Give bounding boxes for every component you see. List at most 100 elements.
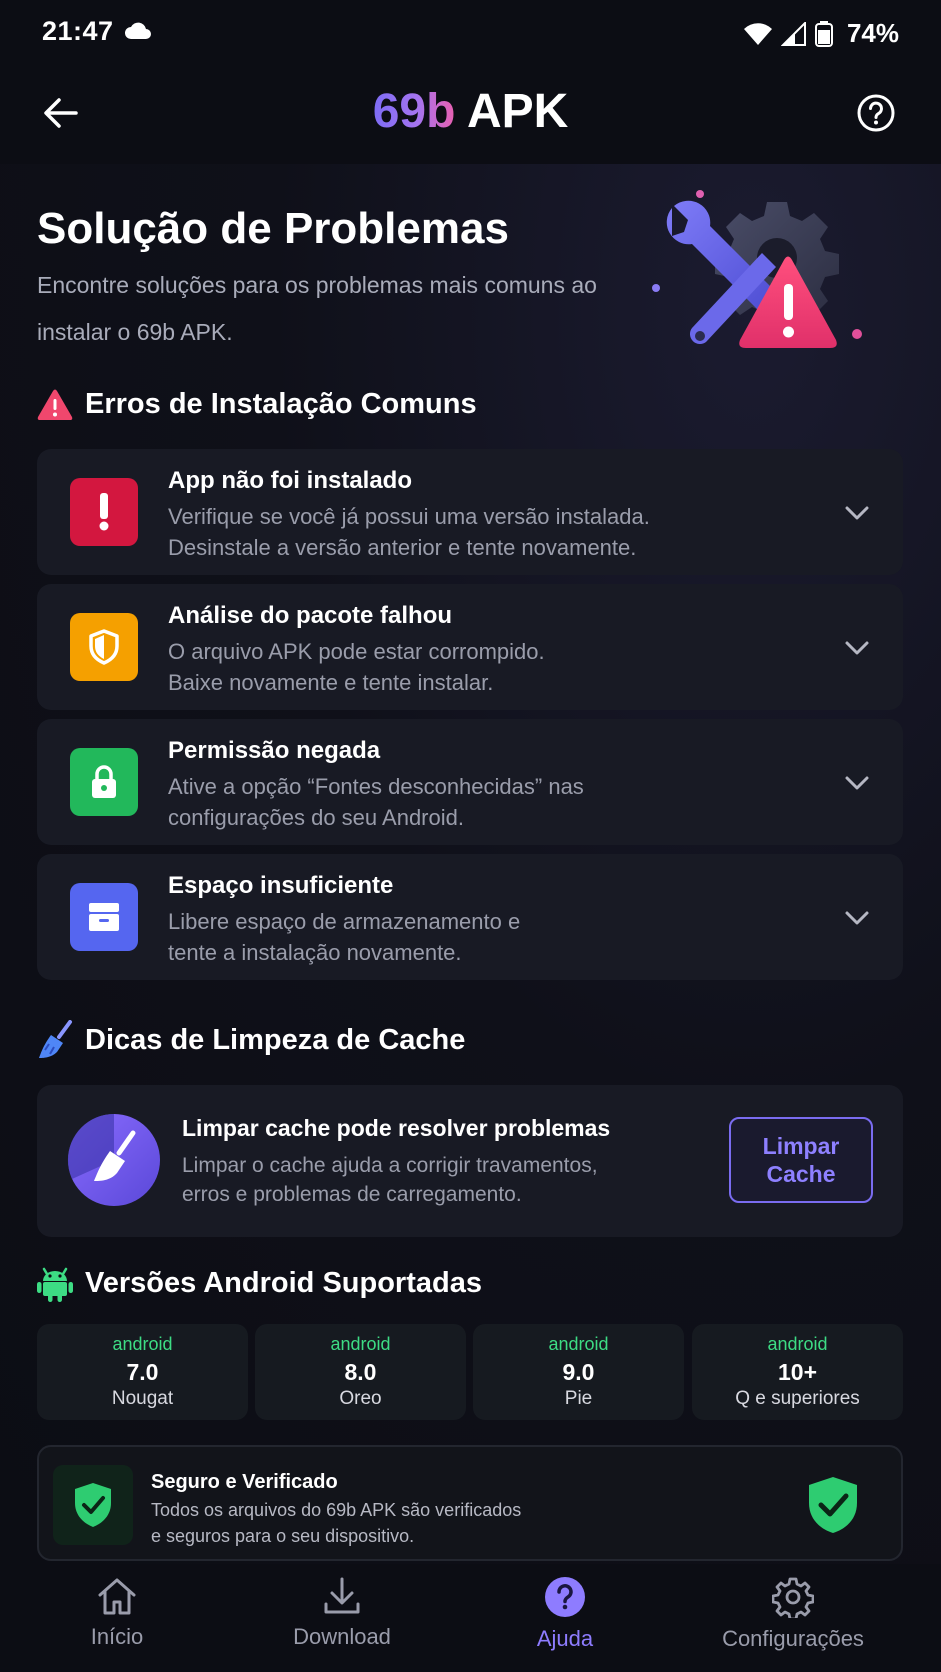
secure-description: Todos os arquivos do 69b APK são verific… xyxy=(151,1497,651,1549)
android-icon xyxy=(37,1267,73,1302)
status-icons: 74% xyxy=(743,18,899,49)
broom-icon xyxy=(39,1020,72,1058)
section-title: Erros de Instalação Comuns xyxy=(85,388,477,420)
cache-tip-description: Limpar o cache ajuda a corrigir travamen… xyxy=(182,1151,662,1209)
status-time: 21:47 xyxy=(42,16,114,46)
secure-title: Seguro e Verificado xyxy=(151,1471,338,1493)
app-title-brand: 69b xyxy=(372,85,456,138)
version-name: Q e superiores xyxy=(735,1388,860,1409)
cache-tip-line: erros e problemas de carregamento. xyxy=(182,1183,522,1206)
shield-icon xyxy=(89,629,119,665)
section-title: Versões Android Suportadas xyxy=(85,1266,482,1299)
shield-check-icon xyxy=(75,1483,111,1527)
section-header-install-errors: Erros de Instalação Comuns xyxy=(37,388,477,421)
version-name: Nougat xyxy=(111,1388,174,1409)
chevron-down-icon[interactable] xyxy=(843,634,871,662)
version-card-10: android 10+ Q e superiores xyxy=(692,1324,903,1420)
exclamation-icon xyxy=(99,493,109,531)
nav-item-help[interactable]: Ajuda xyxy=(465,1576,665,1666)
chevron-down-icon[interactable] xyxy=(843,499,871,527)
version-card-9: android 9.0 Pie xyxy=(473,1324,684,1420)
nav-item-download[interactable]: Download xyxy=(242,1576,442,1666)
error-description-line: Libere espaço de armazenamento e xyxy=(168,909,521,934)
download-icon xyxy=(324,1577,360,1614)
error-card-permission-denied[interactable]: Permissão negada Ative a opção “Fontes d… xyxy=(37,719,903,845)
nav-label: Configurações xyxy=(722,1626,864,1651)
error-description-line: Baixe novamente e tente instalar. xyxy=(168,670,494,695)
section-header-cache: Dicas de Limpeza de Cache xyxy=(37,1020,465,1060)
error-description-line: Ative a opção “Fontes desconhecidas” nas xyxy=(168,774,584,799)
cache-tip-line: Limpar o cache ajuda a corrigir travamen… xyxy=(182,1154,598,1177)
battery-level: 74% xyxy=(846,18,899,48)
section-header-android-versions: Versões Android Suportadas xyxy=(37,1264,482,1302)
error-title: App não foi instalado xyxy=(168,467,412,494)
help-icon xyxy=(545,1577,585,1617)
version-name: Oreo xyxy=(339,1388,382,1409)
app-title-rest: APK xyxy=(466,85,569,138)
clear-cache-button[interactable]: Limpar Cache xyxy=(729,1117,873,1203)
version-number: 9.0 xyxy=(562,1359,595,1385)
tools-warning-illustration xyxy=(652,190,862,348)
wifi-icon xyxy=(743,22,772,45)
error-title: Análise do pacote falhou xyxy=(168,602,453,629)
app-title: 69b APK xyxy=(0,84,941,139)
error-description-line: configurações do seu Android. xyxy=(168,805,464,830)
android-brand-label: android xyxy=(548,1334,609,1354)
nav-item-home[interactable]: Início xyxy=(17,1576,217,1666)
question-circle-icon xyxy=(857,94,895,132)
cache-tip-title: Limpar cache pode resolver problemas xyxy=(182,1115,611,1141)
lock-icon xyxy=(92,765,116,798)
version-card-8: android 8.0 Oreo xyxy=(255,1324,466,1420)
status-bar: 21:47 74% xyxy=(0,0,941,68)
battery-icon xyxy=(814,20,833,47)
cache-tip-card: Limpar cache pode resolver problemas Lim… xyxy=(37,1085,903,1237)
gear-icon xyxy=(772,1577,814,1618)
error-icon-box xyxy=(70,748,138,816)
error-description: Libere espaço de armazenamento e tente a… xyxy=(168,906,788,968)
version-card-7: android 7.0 Nougat xyxy=(37,1324,248,1420)
page-title: Solução de Problemas xyxy=(37,204,509,253)
error-title: Permissão negada xyxy=(168,737,381,764)
cloud-icon xyxy=(125,22,151,39)
android-brand-label: android xyxy=(330,1334,391,1354)
android-brand-label: android xyxy=(767,1334,828,1354)
top-bar: 69b APK xyxy=(0,68,941,164)
secure-description-line: e seguros para o seu dispositivo. xyxy=(151,1526,415,1546)
nav-item-settings[interactable]: Configurações xyxy=(693,1576,893,1666)
android-brand-label: android xyxy=(112,1334,173,1354)
secure-badge xyxy=(53,1465,133,1545)
cache-broom-icon xyxy=(67,1113,160,1206)
nav-label: Download xyxy=(293,1624,391,1649)
error-icon-box xyxy=(70,883,138,951)
secure-description-line: Todos os arquivos do 69b APK são verific… xyxy=(151,1500,522,1520)
shield-check-icon xyxy=(809,1477,857,1533)
error-card-package-parse-failed[interactable]: Análise do pacote falhou O arquivo APK p… xyxy=(37,584,903,710)
signal-icon xyxy=(780,21,806,46)
version-name: Pie xyxy=(564,1388,593,1409)
error-card-app-not-installed[interactable]: App não foi instalado Verifique se você … xyxy=(37,449,903,575)
nav-label: Início xyxy=(90,1624,144,1649)
chevron-down-icon[interactable] xyxy=(843,904,871,932)
version-number: 10+ xyxy=(777,1359,817,1385)
help-button[interactable] xyxy=(853,90,899,136)
error-card-insufficient-space[interactable]: Espaço insuficiente Libere espaço de arm… xyxy=(37,854,903,980)
nav-label: Ajuda xyxy=(536,1626,594,1651)
error-description: Ative a opção “Fontes desconhecidas” nas… xyxy=(168,771,788,833)
chevron-down-icon[interactable] xyxy=(843,769,871,797)
secure-verified-banner: Seguro e Verificado Todos os arquivos do… xyxy=(37,1445,903,1561)
section-title: Dicas de Limpeza de Cache xyxy=(85,1023,466,1056)
error-description-line: Desinstale a versão anterior e tente nov… xyxy=(168,535,637,560)
storage-icon xyxy=(89,903,119,931)
error-description-line: Verifique se você já possui uma versão i… xyxy=(168,504,650,529)
error-description: Verifique se você já possui uma versão i… xyxy=(168,501,788,563)
version-number: 8.0 xyxy=(344,1359,377,1385)
error-icon-box xyxy=(70,478,138,546)
error-title: Espaço insuficiente xyxy=(168,872,394,899)
error-description: O arquivo APK pode estar corrompido. Bai… xyxy=(168,636,788,698)
bottom-navigation: Início Download Ajuda Configurações xyxy=(0,1564,941,1672)
version-number: 7.0 xyxy=(126,1359,159,1385)
error-description-line: tente a instalação novamente. xyxy=(168,940,462,965)
page-subtitle: Encontre soluções para os problemas mais… xyxy=(37,272,597,345)
error-icon-box xyxy=(70,613,138,681)
error-description-line: O arquivo APK pode estar corrompido. xyxy=(168,639,545,664)
